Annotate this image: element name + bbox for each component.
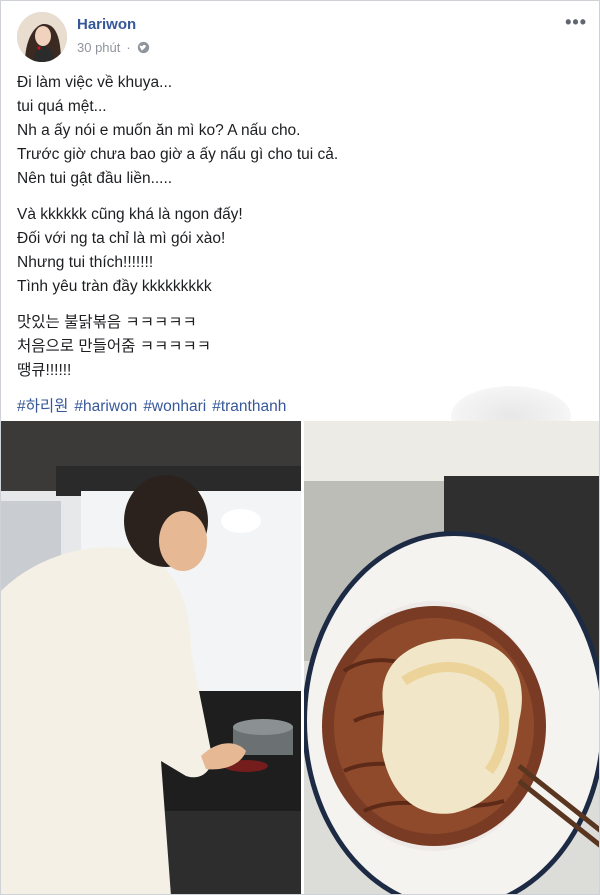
post-meta: 30 phút ·	[77, 40, 150, 55]
text-line: Nh a ấy nói e muốn ăn mì ko? A nấu cho.	[17, 122, 301, 139]
text-line: Trước giờ chưa bao giờ a ấy nấu gì cho t…	[17, 146, 339, 163]
text-line: Đi làm việc về khuya...	[17, 74, 173, 91]
post-header: Hariwon 30 phút · •••	[17, 12, 587, 64]
paragraph-2: Và kkkkkk cũng khá là ngon đấy! Đối với …	[17, 203, 587, 299]
more-options-icon[interactable]: •••	[565, 13, 587, 31]
text-line: 처음으로 만들어줌 ㅋㅋㅋㅋㅋ	[17, 338, 211, 355]
text-line: 땡큐!!!!!!	[17, 362, 72, 379]
text-line: Nên tui gật đầu liền.....	[17, 170, 173, 187]
text-line: Tình yêu tràn đầy kkkkkkkkk	[17, 278, 212, 295]
text-line: 맛있는 불닭볶음 ㅋㅋㅋㅋㅋ	[17, 314, 197, 331]
text-line: Và kkkkkk cũng khá là ngon đấy!	[17, 206, 243, 223]
photo-grid	[1, 421, 599, 894]
text-line: Đối với ng ta chỉ là mì gói xào!	[17, 230, 226, 247]
facebook-post: Hariwon 30 phút · ••• Đi làm việc về khu…	[0, 0, 600, 895]
hashtag-link[interactable]: #하리원	[17, 395, 68, 419]
post-time[interactable]: 30 phút	[77, 40, 120, 55]
hashtag-link[interactable]: #hariwon	[74, 395, 137, 419]
avatar[interactable]	[17, 12, 67, 62]
paragraph-3: 맛있는 불닭볶음 ㅋㅋㅋㅋㅋ 처음으로 만들어줌 ㅋㅋㅋㅋㅋ 땡큐!!!!!!	[17, 311, 587, 383]
text-line: Nhưng tui thích!!!!!!!	[17, 254, 154, 271]
post-text: Đi làm việc về khuya... tui quá mệt... N…	[17, 71, 587, 419]
hashtag-link[interactable]: #wonhari	[143, 395, 206, 419]
photo-noodles-egg[interactable]	[304, 421, 599, 894]
text-line: tui quá mệt...	[17, 98, 107, 115]
photo-man-cooking[interactable]	[1, 421, 301, 894]
globe-icon[interactable]	[137, 41, 150, 54]
hashtag-link[interactable]: #tranthanh	[212, 395, 286, 419]
paragraph-1: Đi làm việc về khuya... tui quá mệt... N…	[17, 71, 587, 191]
author-name[interactable]: Hariwon	[77, 16, 136, 33]
separator: ·	[126, 40, 131, 55]
